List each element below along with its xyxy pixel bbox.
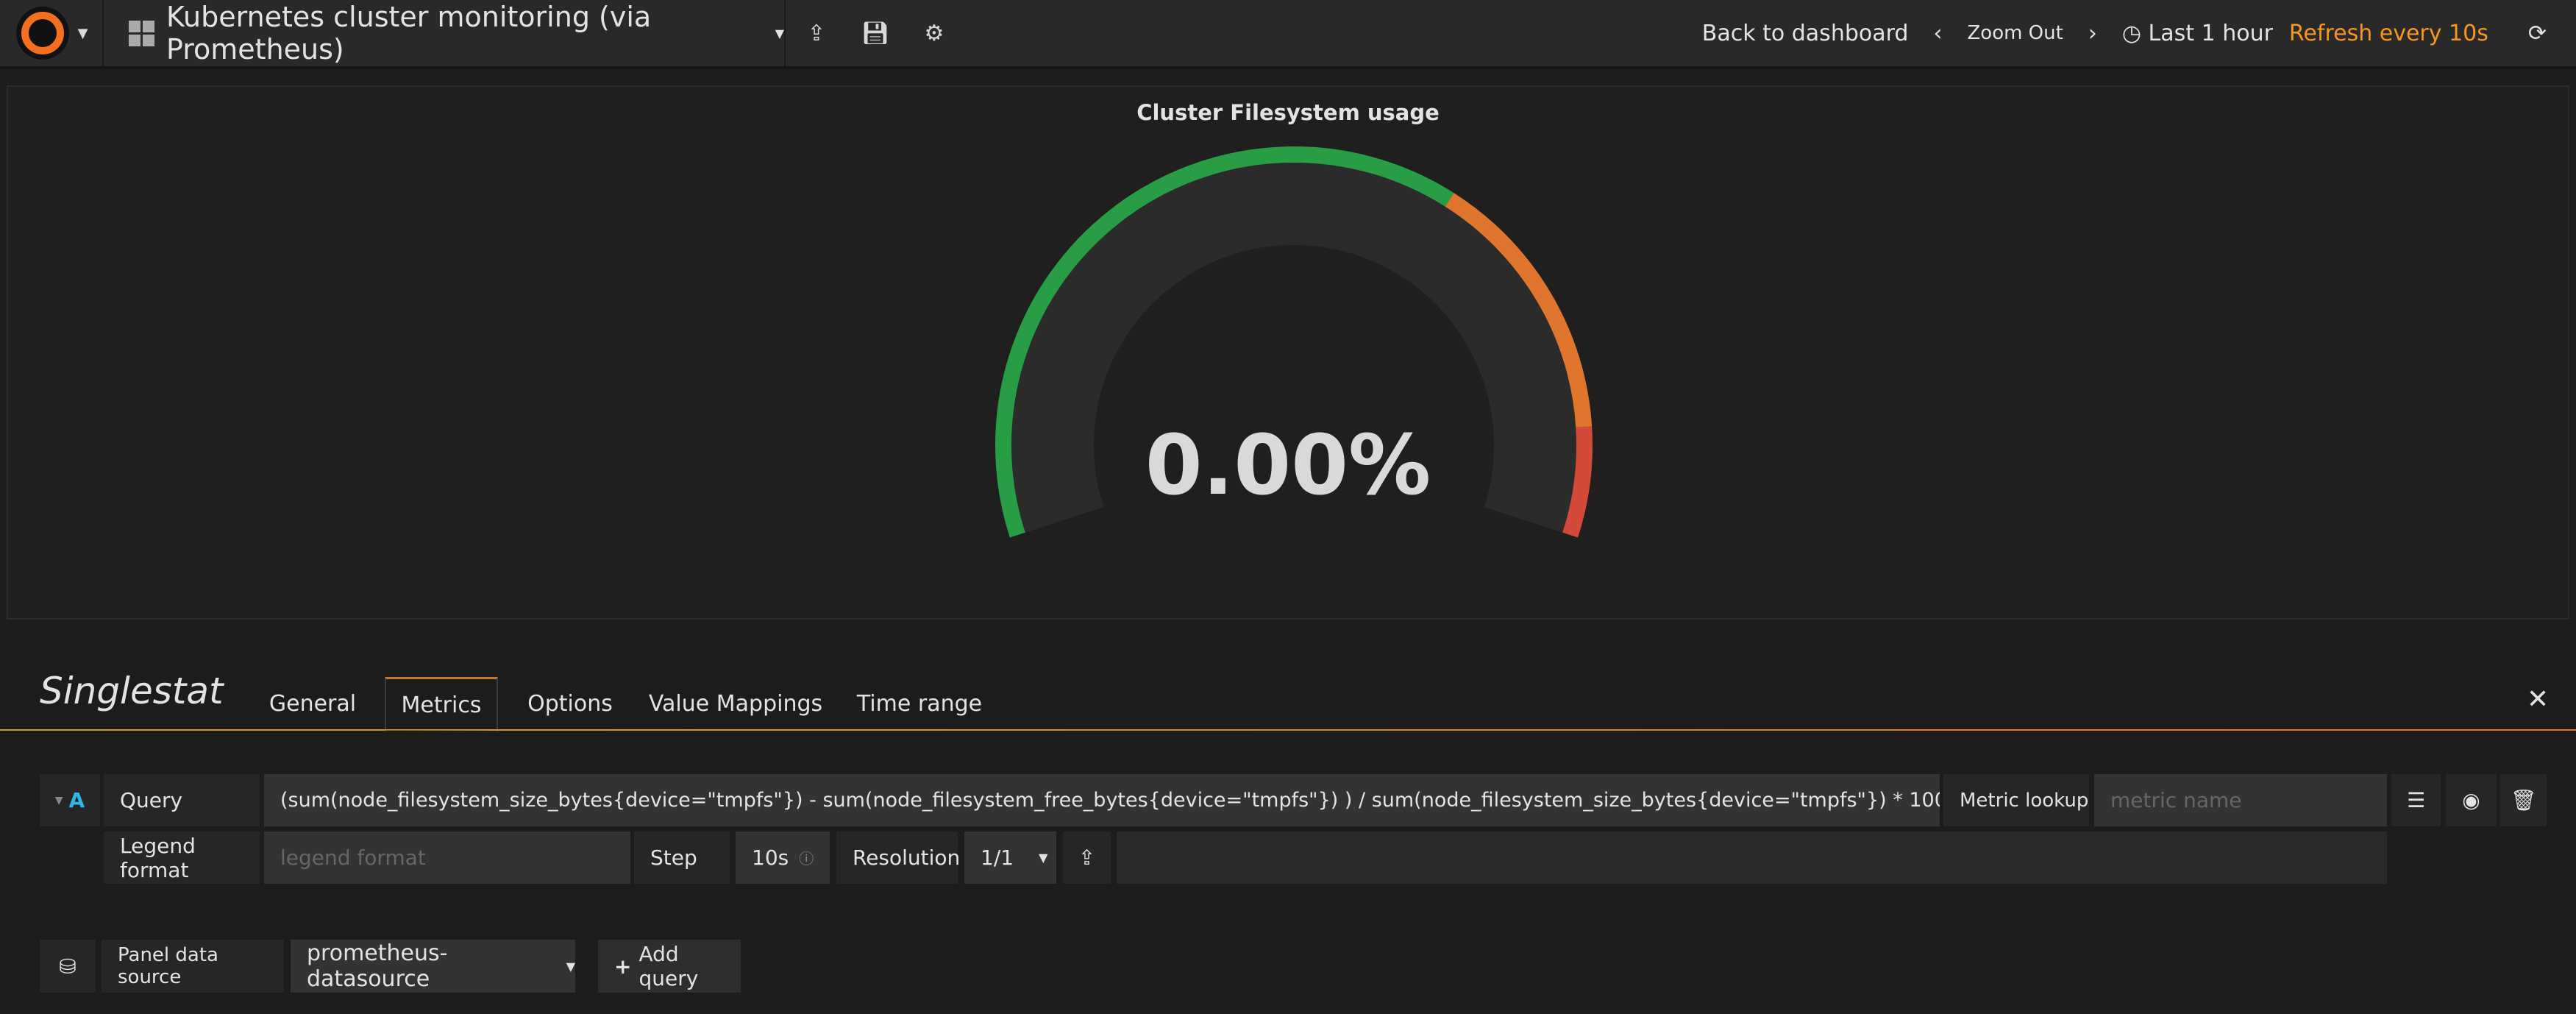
top-navbar: ▼ Kubernetes cluster monitoring (via Pro…: [0, 0, 2576, 69]
menu-icon[interactable]: ☰: [2391, 774, 2441, 826]
query-label: Query: [104, 774, 260, 826]
legend-format-input[interactable]: legend format: [264, 832, 630, 884]
tab-time-range[interactable]: Time range: [853, 677, 986, 730]
share-icon[interactable]: ⇪: [794, 0, 839, 66]
panel-data-source-label: Panel data source: [102, 940, 284, 993]
time-picker-button[interactable]: ◷ Last 1 hour: [2122, 21, 2273, 46]
grafana-logo: [15, 7, 69, 60]
dashboard-grid-icon: [129, 20, 154, 46]
plus-icon: +: [614, 954, 632, 979]
editor-title: Singlestat: [40, 670, 224, 712]
singlestat-panel: Cluster Filesystem usage 0.00%: [7, 85, 2569, 620]
caret-down-icon: ▼: [77, 25, 88, 41]
gear-icon[interactable]: ⚙: [912, 0, 956, 66]
zoom-forward-icon[interactable]: ›: [2088, 21, 2097, 46]
share-icon[interactable]: ⇪: [1063, 832, 1111, 884]
trash-icon[interactable]: 🗑︎: [2500, 774, 2547, 826]
step-input[interactable]: 10s ⓘ: [736, 832, 830, 884]
metric-lookup-label: Metric lookup: [1943, 774, 2089, 826]
caret-down-icon: ▼: [54, 794, 63, 806]
query-collapse-toggle[interactable]: ▼ A: [40, 774, 100, 826]
tab-value-mappings[interactable]: Value Mappings: [647, 677, 824, 730]
refresh-interval-button[interactable]: Refresh every 10s: [2289, 21, 2488, 46]
dashboard-title-button[interactable]: Kubernetes cluster monitoring (via Prome…: [104, 0, 786, 66]
tab-general[interactable]: General: [265, 677, 360, 730]
caret-down-icon: ▼: [775, 26, 784, 40]
legend-format-label: Legend format: [104, 832, 260, 884]
resolution-label: Resolution: [836, 832, 960, 884]
gauge-value: 0.00%: [1145, 418, 1431, 514]
datasource-select[interactable]: prometheus-datasource ▼: [291, 940, 575, 993]
query-row-filler: [1117, 832, 2387, 884]
refresh-icon[interactable]: ⟳: [2528, 21, 2547, 46]
tab-options[interactable]: Options: [519, 677, 622, 730]
metric-lookup-input[interactable]: metric name: [2094, 774, 2387, 826]
save-icon[interactable]: 💾︎: [853, 0, 897, 66]
grafana-menu-button[interactable]: ▼: [0, 0, 104, 66]
database-icon: ⛁: [40, 940, 96, 993]
eye-icon[interactable]: ◉: [2446, 774, 2497, 826]
close-editor-icon[interactable]: ✕: [2527, 684, 2549, 715]
clock-icon: ◷: [2121, 20, 2149, 46]
dashboard-title: Kubernetes cluster monitoring (via Prome…: [166, 1, 652, 65]
gauge: [995, 146, 1593, 538]
resolution-select[interactable]: 1/1 ▼: [964, 832, 1056, 884]
query-input[interactable]: (sum(node_filesystem_size_bytes{device="…: [264, 774, 1940, 826]
zoom-back-icon[interactable]: ‹: [1933, 21, 1942, 46]
tab-metrics[interactable]: Metrics: [385, 677, 498, 731]
add-query-button[interactable]: + Add query: [598, 940, 741, 993]
zoom-out-button[interactable]: Zoom Out: [1967, 22, 2063, 44]
info-icon[interactable]: ⓘ: [799, 847, 814, 868]
step-label: Step: [634, 832, 730, 884]
caret-down-icon: ▼: [566, 959, 575, 974]
back-to-dashboard-button[interactable]: Back to dashboard: [1702, 21, 1909, 46]
caret-down-icon: ▼: [1039, 851, 1048, 865]
